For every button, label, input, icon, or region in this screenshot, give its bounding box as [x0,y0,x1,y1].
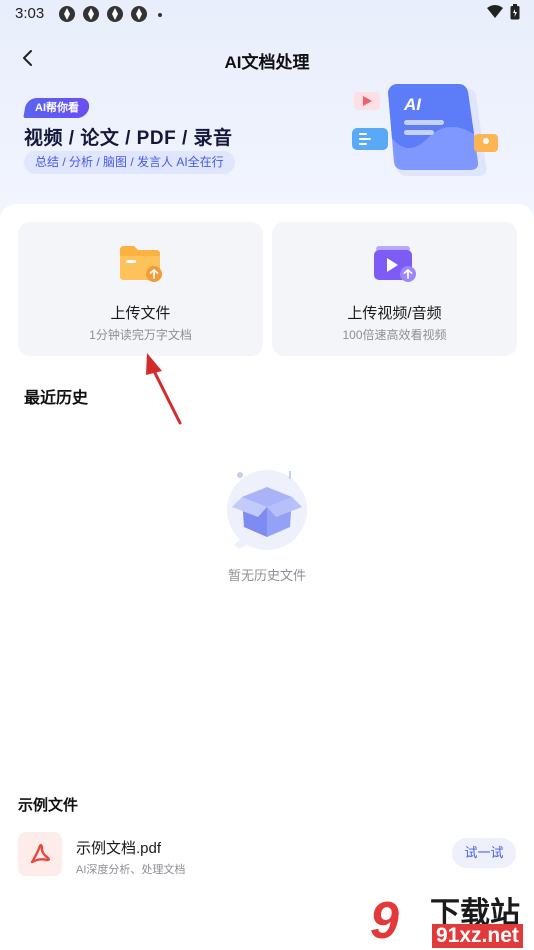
upload-file-title: 上传文件 [110,305,171,322]
folder-upload-icon [119,246,162,282]
site-watermark: 9 下载站 91xz.net [360,886,534,950]
status-bar: 3:03 [0,0,534,28]
red-arrow-annotation [146,353,182,425]
banner-tags: 总结 / 分析 / 脑图 / 发言人 AI全在行 [24,151,235,174]
empty-history-text: 暂无历史文件 [227,568,306,583]
status-notification-icons [58,5,162,23]
notification-app-icon [131,6,147,22]
sample-files-title: 示例文件 [18,797,79,814]
battery-icon [510,4,520,20]
wifi-icon [487,5,503,18]
notification-app-icon [107,6,123,22]
sample-file-item[interactable]: 示例文档.pdf AI深度分析、处理文档 试一试 [18,832,516,876]
pdf-icon [18,832,62,876]
notification-app-icon [83,6,99,22]
sample-file-description: AI深度分析、处理文档 [76,864,186,876]
status-system-icons [486,4,520,20]
upload-file-subtitle: 1分钟读完万字文档 [89,328,192,342]
recent-history-title: 最近历史 [24,390,89,407]
upload-video-audio-card[interactable]: 上传视频/音频 100倍速高效看视频 [272,222,517,356]
sample-file-name: 示例文档.pdf [76,840,162,857]
upload-video-title: 上传视频/音频 [347,305,442,322]
watermark-logo-icon: 9 [362,890,418,948]
more-notifications-dot [158,13,162,17]
empty-box-illustration [227,470,307,550]
watermark-url: 91xz.net [432,924,523,948]
upload-video-subtitle: 100倍速高效看视频 [342,328,447,342]
status-time: 3:03 [15,5,45,22]
art-ai-label: AI [403,95,422,114]
notification-app-icon [59,6,75,22]
ai-document-illustration: AI [352,84,498,176]
banner-headline: 视频 / 论文 / PDF / 录音 [24,128,233,149]
banner-badge: AI帮你看 [23,98,91,118]
video-upload-icon [373,246,416,282]
upload-file-card[interactable]: 上传文件 1分钟读完万字文档 [18,222,263,356]
banner-badge-label: AI帮你看 [35,102,79,114]
page-title: AI文档处理 [224,53,310,72]
try-button[interactable]: 试一试 [452,838,516,868]
watermark-logo-glyph: 9 [370,892,399,948]
